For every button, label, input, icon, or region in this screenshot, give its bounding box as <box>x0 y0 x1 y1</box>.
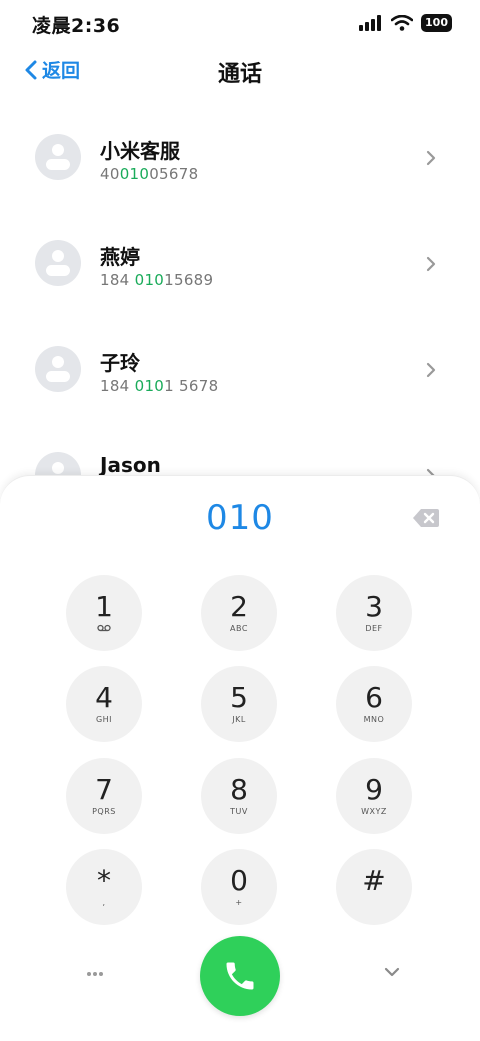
key-digit: * <box>97 864 111 897</box>
more-button[interactable] <box>80 964 110 984</box>
key-8[interactable]: 8 TUV <box>201 758 277 834</box>
key-letters: TUV <box>230 807 248 816</box>
number-match: 010 <box>119 165 150 183</box>
chevron-right-icon <box>426 150 436 166</box>
key-digit: 9 <box>365 773 383 806</box>
key-digit: # <box>362 864 386 897</box>
number-prefix: 184 <box>100 377 135 395</box>
voicemail-icon <box>97 624 111 634</box>
key-9[interactable]: 9 WXYZ <box>336 758 412 834</box>
more-dots-icon <box>87 972 103 976</box>
key-letters: GHI <box>95 715 113 724</box>
status-time: 凌晨2:36 <box>32 15 121 37</box>
chevron-down-icon <box>384 967 400 977</box>
key-3[interactable]: 3 DEF <box>336 575 412 651</box>
contact-name: 子玲 <box>100 351 140 375</box>
key-letters: PQRS <box>92 807 116 816</box>
key-4[interactable]: 4 GHI <box>66 666 142 742</box>
contact-row[interactable]: 小米客服 4001005678 <box>0 105 480 211</box>
call-button[interactable] <box>200 936 280 1016</box>
key-digit: 8 <box>230 773 248 806</box>
contact-name: 燕婷 <box>100 245 140 269</box>
number-suffix: 1 5678 <box>164 377 219 395</box>
backspace-icon[interactable] <box>412 508 440 528</box>
key-letters: WXYZ <box>361 807 387 816</box>
status-icons: 100 <box>359 12 452 34</box>
number-prefix: 40 <box>100 165 120 183</box>
contact-number: 4001005678 <box>100 165 198 183</box>
key-digit: 5 <box>230 681 248 714</box>
nav-bar: 返回 通话 <box>0 48 480 92</box>
key-0[interactable]: 0 + <box>201 849 277 925</box>
contact-name: Jason <box>100 453 161 477</box>
contact-name: 小米客服 <box>100 139 180 163</box>
page-title: 通话 <box>217 62 262 87</box>
key-digit: 3 <box>365 590 383 623</box>
dial-input-display[interactable]: 010 <box>0 498 480 538</box>
number-match: 010 <box>134 377 165 395</box>
chevron-right-icon <box>426 256 436 272</box>
key-letters: JKL <box>232 715 246 724</box>
dialpad-sheet: 010 1 2 ABC 3 DEF 4 GHI 5 JKL 6 MNO 7 PQ… <box>0 475 480 1041</box>
wifi-icon <box>391 15 414 31</box>
contact-list: 小米客服 4001005678 燕婷 184 01015689 子玲 184 0… <box>0 105 480 529</box>
avatar-placeholder-icon <box>35 134 81 180</box>
number-prefix: 184 <box>100 271 135 289</box>
contact-number: 184 0101 5678 <box>100 377 218 395</box>
key-letters: MNO <box>363 715 385 724</box>
key-star[interactable]: * , <box>66 849 142 925</box>
key-letters: ABC <box>230 624 248 633</box>
key-letters: DEF <box>365 624 383 633</box>
key-5[interactable]: 5 JKL <box>201 666 277 742</box>
cellular-signal-icon <box>359 15 382 31</box>
key-letters: , <box>102 898 106 907</box>
key-2[interactable]: 2 ABC <box>201 575 277 651</box>
key-digit: 6 <box>365 681 383 714</box>
avatar-placeholder-icon <box>35 346 81 392</box>
key-hash[interactable]: # <box>336 849 412 925</box>
number-suffix: 05678 <box>149 165 199 183</box>
number-suffix: 15689 <box>164 271 214 289</box>
contact-row[interactable]: 燕婷 184 01015689 <box>0 211 480 317</box>
avatar-placeholder-icon <box>35 240 81 286</box>
status-bar: 凌晨2:36 100 <box>0 0 480 44</box>
key-7[interactable]: 7 PQRS <box>66 758 142 834</box>
key-1[interactable]: 1 <box>66 575 142 651</box>
key-6[interactable]: 6 MNO <box>336 666 412 742</box>
contact-row[interactable]: 子玲 184 0101 5678 <box>0 317 480 423</box>
key-digit: 7 <box>95 773 113 806</box>
number-match: 010 <box>134 271 165 289</box>
battery-icon: 100 <box>421 14 452 32</box>
key-digit: 2 <box>230 590 248 623</box>
key-digit: 0 <box>230 864 248 897</box>
key-digit: 4 <box>95 681 113 714</box>
key-letters: + <box>235 898 243 907</box>
key-digit: 1 <box>95 590 113 623</box>
contact-number: 184 01015689 <box>100 271 213 289</box>
collapse-dialpad-button[interactable] <box>380 962 404 982</box>
phone-icon <box>226 962 254 990</box>
chevron-right-icon <box>426 362 436 378</box>
